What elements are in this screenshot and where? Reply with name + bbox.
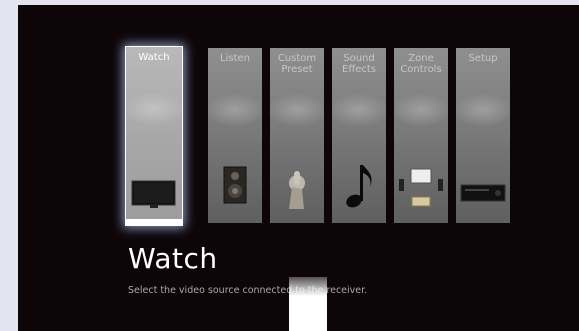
tile-label: Zone Controls	[400, 53, 442, 75]
description-text: Select the video source connected to the…	[128, 285, 368, 296]
tile-label: Sound Effects	[342, 53, 376, 75]
tile-listen[interactable]: Listen	[208, 48, 262, 223]
tile-label: Setup	[468, 53, 498, 64]
tile-sound-effects[interactable]: Sound Effects	[332, 48, 386, 223]
finger-press-icon	[270, 163, 324, 209]
tile-watch[interactable]: Watch	[125, 46, 183, 226]
tile-label: Watch	[138, 52, 170, 63]
tile-zone-controls[interactable]: Zone Controls	[394, 48, 448, 223]
tile-custom-preset[interactable]: Custom Preset	[270, 48, 324, 223]
speaker-icon	[208, 163, 262, 209]
tile-setup[interactable]: Setup	[456, 48, 510, 223]
home-menu-screen: Watch Listen Custom Preset Sound Effects…	[18, 5, 579, 331]
tile-label: Listen	[220, 53, 250, 64]
zones-icon	[394, 163, 448, 209]
receiver-icon	[456, 163, 510, 209]
tile-label: Custom Preset	[277, 53, 317, 75]
tv-icon	[126, 165, 182, 211]
scroll-handle[interactable]	[289, 277, 327, 331]
music-note-icon	[332, 163, 386, 209]
page-title: Watch	[128, 242, 218, 275]
